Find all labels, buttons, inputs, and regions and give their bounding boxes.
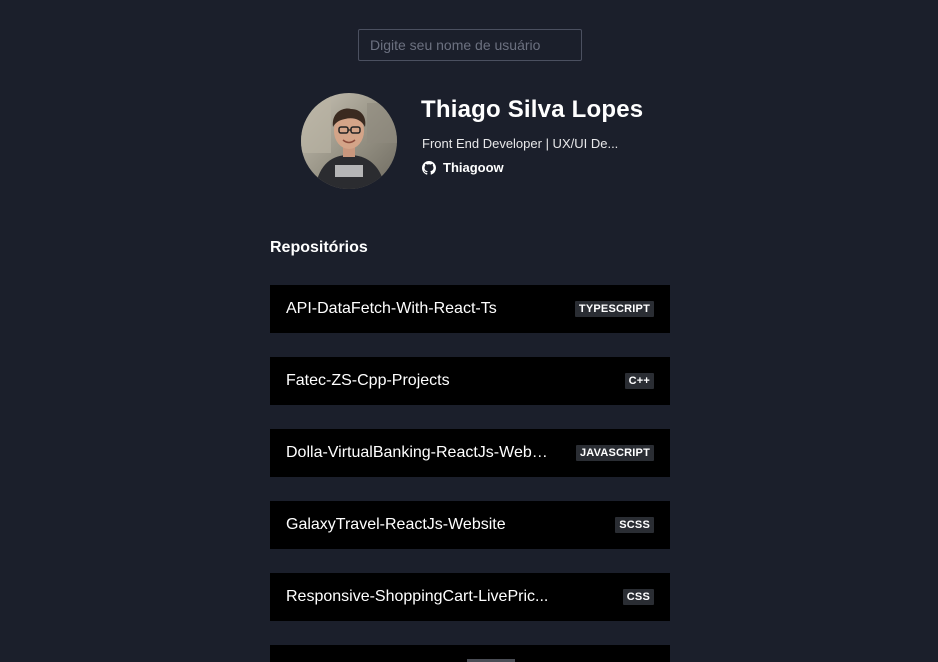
repository-list: API-DataFetch-With-React-Ts TypeScript F… [270, 285, 670, 662]
profile-name: Thiago Silva Lopes [421, 96, 644, 123]
repository-name: GalaxyTravel-ReactJs-Website [286, 516, 506, 533]
language-badge: C++ [624, 373, 654, 389]
repository-card[interactable]: Fatec-ZS-Cpp-Projects C++ [270, 357, 670, 405]
username-search-input[interactable] [358, 29, 582, 61]
repository-name: API-DataFetch-With-React-Ts [286, 300, 497, 317]
avatar-photo [301, 93, 397, 189]
repository-name: Responsive-ShoppingCart-LivePric... [286, 588, 549, 605]
repository-card[interactable]: API-DataFetch-With-React-Ts TypeScript [270, 285, 670, 333]
page: Thiago Silva Lopes Front End Developer |… [0, 0, 938, 662]
repository-name: Fatec-ZS-Cpp-Projects [286, 372, 450, 389]
github-username: Thiagoow [443, 160, 504, 175]
repository-card[interactable]: Dolla-VirtualBanking-ReactJs-Website Jav… [270, 429, 670, 477]
avatar [301, 93, 397, 189]
language-badge: SCSS [615, 517, 654, 533]
language-badge: TypeScript [574, 301, 654, 317]
github-profile-link[interactable]: Thiagoow [422, 160, 504, 175]
repository-card[interactable]: GalaxyTravel-ReactJs-Website SCSS [270, 501, 670, 549]
github-icon [422, 160, 436, 175]
repositories-heading: Repositórios [270, 239, 368, 256]
profile-bio: Front End Developer | UX/UI De... [422, 136, 619, 151]
repository-name: Dolla-VirtualBanking-ReactJs-Website [286, 444, 552, 461]
repository-card[interactable]: Responsive-ShoppingCart-LivePric... CSS [270, 573, 670, 621]
language-badge: JavaScript [575, 445, 654, 461]
language-badge: CSS [622, 589, 654, 605]
